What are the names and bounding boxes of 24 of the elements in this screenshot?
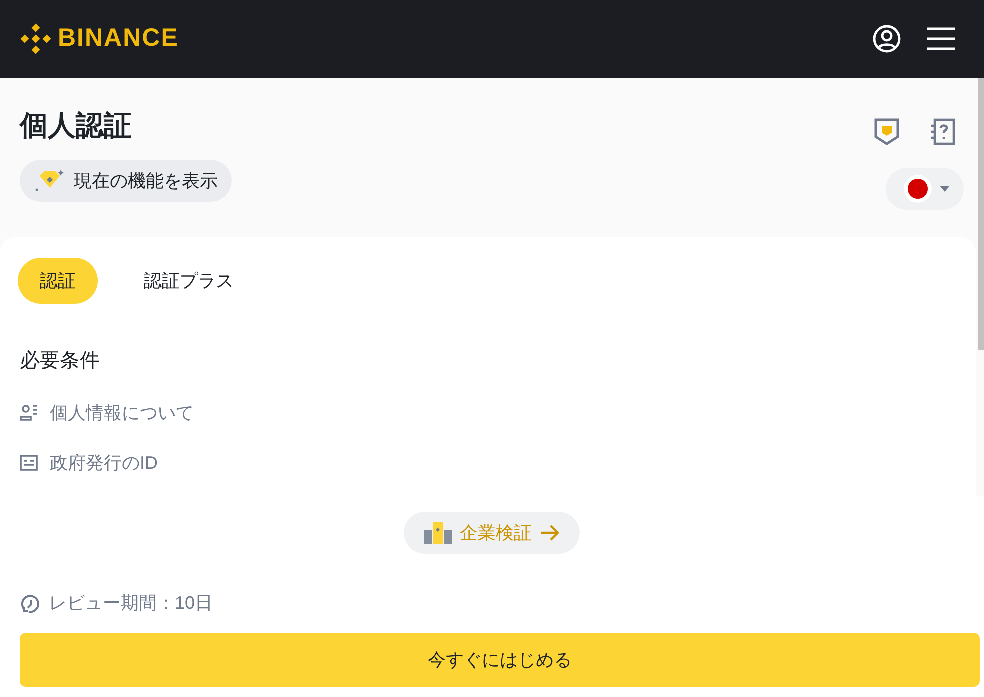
section-heading: 必要条件 xyxy=(20,349,101,374)
arrow-right-icon xyxy=(540,525,560,541)
clock-history-icon xyxy=(21,594,41,614)
user-account-icon[interactable] xyxy=(872,24,902,54)
features-button[interactable]: 現在の機能を表示 xyxy=(20,160,232,202)
caret-icon xyxy=(940,186,950,192)
requirement-text: 個人情報について xyxy=(50,402,194,424)
review-period-text: レビュー期間：10日 xyxy=(49,592,214,615)
tab[interactable]: 認証プラス xyxy=(122,258,256,304)
person-list-icon xyxy=(20,404,38,422)
menu-icon[interactable] xyxy=(926,26,956,52)
tab[interactable]: 認証 xyxy=(18,258,98,304)
id-card-icon xyxy=(20,455,38,471)
diamond-icon xyxy=(34,168,64,194)
shield-icon[interactable] xyxy=(874,118,900,146)
building-icon xyxy=(424,522,452,544)
requirement-text: 政府発行のID xyxy=(50,452,158,474)
brand-logo-text[interactable]: BINANCE xyxy=(58,20,179,58)
start-now-button[interactable]: 今すぐにはじめる xyxy=(20,633,980,687)
diamond-logo-icon xyxy=(20,23,52,55)
language-selector[interactable] xyxy=(886,168,964,210)
page-title: 個人認証 xyxy=(20,109,133,143)
japan-flag-icon xyxy=(904,175,932,203)
help-book-icon[interactable] xyxy=(930,118,956,146)
